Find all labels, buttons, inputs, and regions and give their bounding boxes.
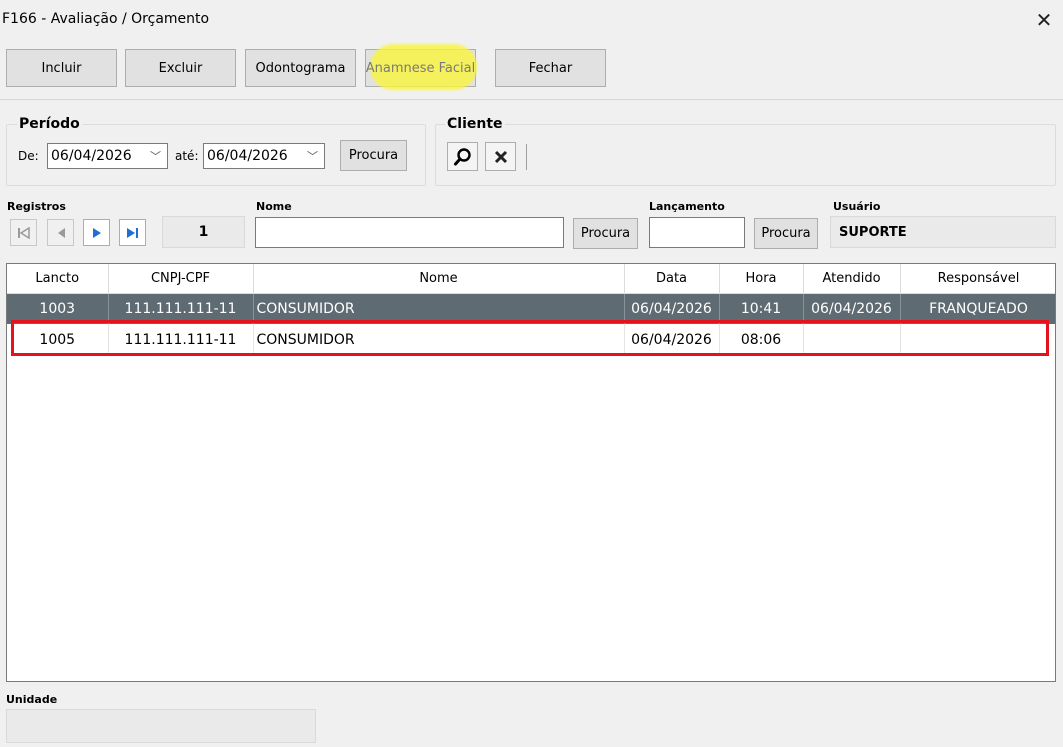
search-icon (453, 147, 471, 165)
usuario-value: SUPORTE (830, 216, 1056, 248)
lancamento-input[interactable] (649, 217, 745, 248)
anamnese-facial-label: Anamnese Facial (365, 60, 476, 76)
column-header-hora[interactable]: Hora (719, 264, 804, 294)
de-label: De: (18, 149, 39, 163)
record-count: 1 (162, 216, 245, 248)
cliente-group (435, 124, 1056, 186)
nome-procura-button[interactable]: Procura (573, 218, 638, 249)
fechar-button[interactable]: Fechar (495, 49, 606, 87)
annotation-highlight-box (11, 320, 1049, 356)
close-icon (494, 150, 507, 163)
close-icon[interactable]: ✕ (1030, 6, 1058, 34)
prev-record-button[interactable] (47, 219, 74, 246)
unidade-value (6, 709, 316, 743)
title-bar: F166 - Avaliação / Orçamento ✕ (0, 0, 1063, 38)
last-icon (126, 227, 138, 238)
unidade-label: Unidade (6, 693, 58, 706)
column-header-lancto[interactable]: Lancto (7, 264, 109, 294)
ate-date-picker[interactable]: 06/04/2026 ﹀ (203, 143, 325, 169)
column-header-nome[interactable]: Nome (253, 264, 625, 294)
prev-icon (57, 227, 65, 238)
lancamento-procura-button[interactable]: Procura (754, 218, 818, 249)
incluir-button[interactable]: Incluir (6, 49, 117, 87)
periodo-procura-button[interactable]: Procura (340, 140, 407, 171)
first-record-button[interactable] (10, 219, 37, 246)
table-header-row: Lancto CNPJ-CPF Nome Data Hora Atendido … (7, 264, 1055, 294)
column-header-cnpj-cpf[interactable]: CNPJ-CPF (108, 264, 254, 294)
usuario-label: Usuário (833, 200, 881, 213)
chevron-down-icon: ﹀ (307, 150, 318, 163)
ate-date-value: 06/04/2026 (207, 148, 288, 164)
column-header-responsavel[interactable]: Responsável (900, 264, 1055, 294)
next-icon (92, 227, 101, 238)
toolbar-divider (0, 99, 1063, 100)
nome-label: Nome (256, 200, 292, 213)
column-header-data[interactable]: Data (624, 264, 720, 294)
column-header-atendido[interactable]: Atendido (803, 264, 901, 294)
de-date-picker[interactable]: 06/04/2026 ﹀ (47, 143, 168, 169)
clear-cliente-button[interactable] (485, 142, 516, 171)
window-title: F166 - Avaliação / Orçamento (2, 11, 210, 27)
next-record-button[interactable] (83, 219, 110, 246)
ate-label: até: (175, 149, 199, 163)
registros-label: Registros (7, 200, 66, 213)
cliente-separator (526, 144, 527, 170)
nome-input[interactable] (255, 217, 564, 248)
odontograma-button[interactable]: Odontograma (245, 49, 356, 87)
periodo-label: Período (17, 116, 82, 132)
search-cliente-button[interactable] (447, 142, 478, 171)
lancamento-label: Lançamento (649, 200, 725, 213)
last-record-button[interactable] (119, 219, 146, 246)
excluir-button[interactable]: Excluir (125, 49, 236, 87)
de-date-value: 06/04/2026 (51, 148, 132, 164)
chevron-down-icon: ﹀ (150, 150, 161, 163)
first-icon (17, 226, 30, 239)
cliente-label: Cliente (445, 116, 505, 132)
